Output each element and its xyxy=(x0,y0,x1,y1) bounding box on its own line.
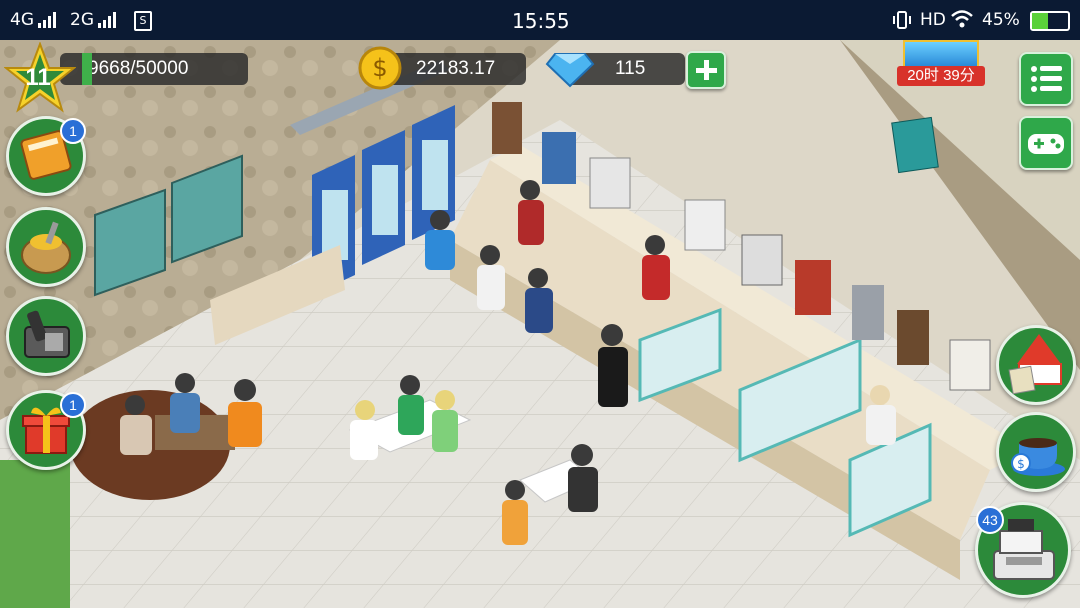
circus-tent-icon xyxy=(1008,334,1062,395)
xp-text: 9668/50000 xyxy=(88,58,189,79)
coins-amount: 22183.17 xyxy=(416,58,496,79)
diamond-icon xyxy=(545,53,595,88)
status-bar: 4G 2G S 15:55 HD 45% xyxy=(0,0,1080,40)
signal-icon xyxy=(38,12,56,28)
network-type-right: 2G xyxy=(70,10,94,30)
game-scene[interactable]: 9668/50000 11 22183.17 $ 115 20时 39分 1 1… xyxy=(0,40,1080,608)
coin-icon: $ xyxy=(358,46,402,90)
list-menu-icon xyxy=(1031,66,1062,92)
festival-button[interactable] xyxy=(996,325,1076,405)
ingredients-button[interactable] xyxy=(6,207,86,287)
clock: 15:55 xyxy=(512,9,570,33)
vibrate-icon xyxy=(893,11,911,29)
gamepad-icon xyxy=(1028,134,1064,154)
cafe-floor xyxy=(0,40,1080,608)
event-icon[interactable] xyxy=(903,40,979,68)
menu-button[interactable] xyxy=(1019,52,1073,106)
coffee-shop-button[interactable]: $ xyxy=(996,412,1076,492)
xp-bar: 9668/50000 xyxy=(60,53,248,85)
event-timer: 20时 39分 xyxy=(897,66,985,86)
register-badge: 43 xyxy=(976,506,1004,534)
level-number: 11 xyxy=(25,64,51,91)
coffee-cup-icon: $ xyxy=(1011,438,1065,476)
recipes-badge: 1 xyxy=(60,118,86,144)
buy-gems-button[interactable] xyxy=(686,51,726,89)
svg-text:$: $ xyxy=(372,54,387,82)
hd-indicator: HD xyxy=(920,10,946,30)
xp-fill xyxy=(82,53,92,85)
svg-text:$: $ xyxy=(1017,457,1025,471)
battery-percent: 45% xyxy=(982,10,1020,30)
sim-icon: S xyxy=(134,11,152,31)
plus-icon xyxy=(696,60,717,80)
games-button[interactable] xyxy=(1019,116,1073,170)
network-type-left: 4G xyxy=(10,10,34,30)
phone-button[interactable] xyxy=(6,296,86,376)
gems-amount: 115 xyxy=(615,58,646,79)
battery-icon xyxy=(1030,11,1070,31)
wifi-icon xyxy=(951,10,973,28)
gifts-badge: 1 xyxy=(60,392,86,418)
signal-icon xyxy=(98,12,116,28)
ingredients-sack-icon xyxy=(21,221,71,274)
telephone-icon xyxy=(24,310,70,358)
